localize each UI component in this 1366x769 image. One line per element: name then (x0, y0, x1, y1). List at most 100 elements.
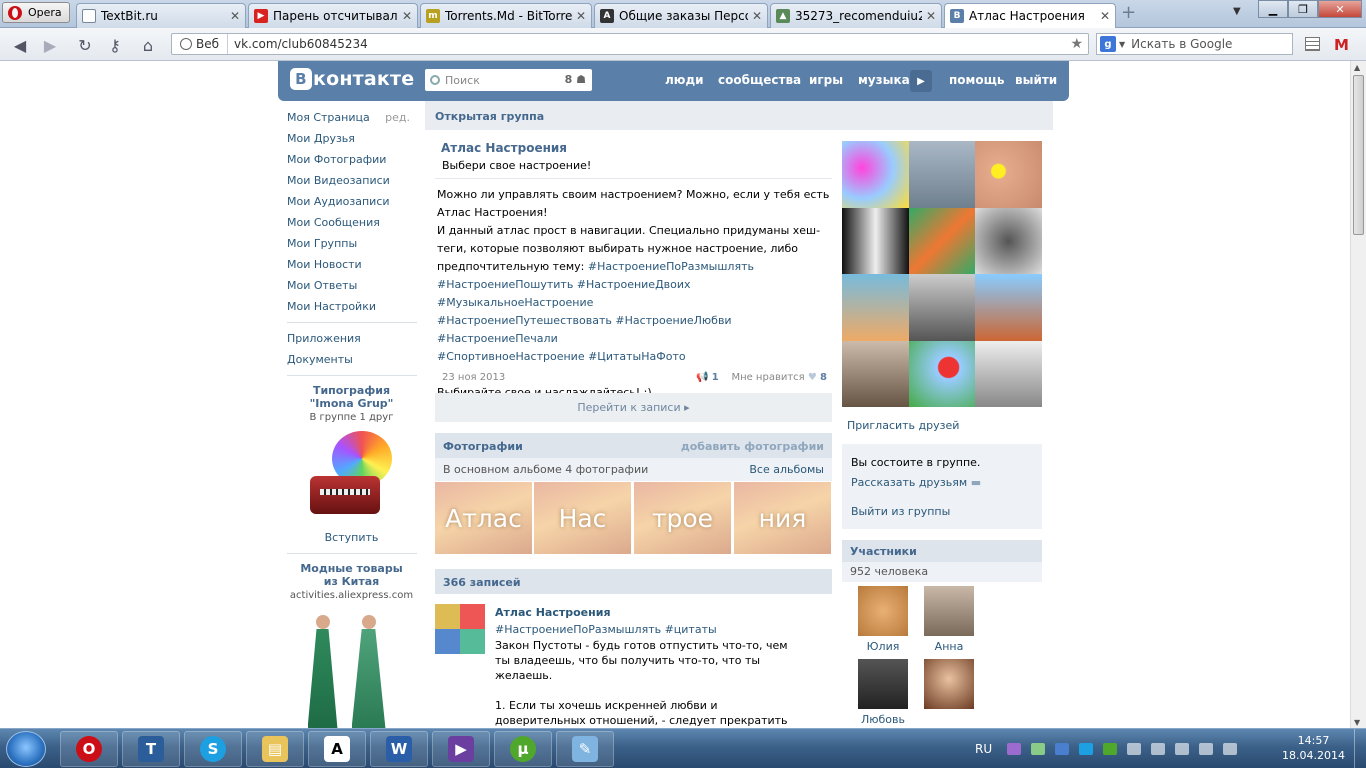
usb-icon[interactable] (1151, 743, 1166, 755)
hashtag-link[interactable]: #НастроениеПечали (437, 332, 558, 345)
tab-youtube[interactable]: ▶ Парень отсчитывал д... ✕ (248, 3, 418, 28)
sidebar-item-news[interactable]: Мои Новости (278, 254, 425, 275)
like-label[interactable]: Мне нравится (731, 372, 804, 383)
gmail-icon[interactable]: M (1334, 36, 1349, 54)
join-button[interactable]: Вступить (278, 531, 425, 544)
sidebar-item-photos[interactable]: Мои Фотографии (278, 149, 425, 170)
search-engine-field[interactable]: g ▼ Искать в Google (1096, 33, 1293, 55)
participant-item[interactable]: Юлия (850, 586, 916, 653)
volume-icon[interactable] (1223, 743, 1238, 755)
tab-torrents[interactable]: m Torrents.Md - BitTorre... ✕ (420, 3, 592, 28)
hashtag-link[interactable]: #ЦитатыНаФото (588, 350, 686, 363)
repost-icon[interactable]: 📢 (696, 372, 708, 383)
add-photos-link[interactable]: добавить фотографии (681, 440, 824, 453)
nav-people[interactable]: люди (665, 73, 704, 87)
opera-menu-button[interactable]: Opera (2, 2, 70, 23)
page-scrollbar[interactable]: ▲ ▼ (1350, 61, 1366, 729)
skype-tray-icon[interactable] (1079, 743, 1094, 755)
nav-communities[interactable]: сообщества (718, 73, 801, 87)
hashtag-link[interactable]: #МузыкальноеНастроение (437, 296, 593, 309)
photos-title[interactable]: Фотографии (443, 440, 523, 453)
ad-dresses-image[interactable] (302, 609, 402, 729)
vk-logo[interactable]: Вконтакте (290, 68, 414, 90)
url-text[interactable]: vk.com/club60845234 (228, 37, 368, 51)
vk-search-input[interactable]: Поиск 8 ☗ (425, 69, 592, 91)
window-close-icon[interactable]: ✕ (1318, 0, 1362, 18)
tab-vk-active[interactable]: B Атлас Настроения ✕ (944, 3, 1116, 28)
display-icon[interactable] (1127, 743, 1142, 755)
all-albums-link[interactable]: Все альбомы (749, 463, 824, 476)
language-indicator[interactable]: RU (975, 742, 992, 756)
close-tab-icon[interactable]: ✕ (1100, 9, 1110, 23)
close-tab-icon[interactable]: ✕ (402, 9, 412, 23)
photo-thumbnail[interactable]: ния (734, 482, 831, 554)
nav-help[interactable]: помощь (949, 73, 1004, 87)
taskbar-paint[interactable]: ✎ (556, 731, 614, 767)
tray-app-icon[interactable] (1031, 743, 1046, 755)
play-icon[interactable]: ▶ (910, 70, 932, 92)
taskbar-word[interactable]: W (370, 731, 428, 767)
sidebar-item-videos[interactable]: Мои Видеозаписи (278, 170, 425, 191)
taskbar-advego[interactable]: A (308, 731, 366, 767)
hashtag-link[interactable]: #НастроениеПутешествовать (437, 314, 612, 327)
nav-games[interactable]: игры (809, 73, 843, 87)
home-icon[interactable]: ⌂ (138, 35, 158, 55)
post-author-name[interactable]: Атлас Настроения (495, 606, 611, 619)
panel-toggle-icon[interactable] (1305, 37, 1320, 51)
close-tab-icon[interactable]: ✕ (230, 9, 240, 23)
forward-icon[interactable]: ▶ (40, 35, 60, 55)
network-signal-icon[interactable] (1199, 743, 1214, 755)
minimize-icon[interactable]: ▁ (1258, 0, 1288, 18)
ad-typewriter-image[interactable] (302, 431, 402, 523)
tray-app-icon[interactable] (1055, 743, 1070, 755)
post-author-avatar[interactable] (435, 604, 485, 654)
ad-title[interactable]: Типография "Imona Grup" (278, 384, 425, 410)
tab-image[interactable]: ▲ 35273_recomenduiu2 - ... ✕ (770, 3, 942, 28)
nav-music[interactable]: музыка (858, 73, 910, 87)
ad-block-aliexpress[interactable]: Модные товары из Китая activities.aliexp… (278, 562, 425, 729)
tab-advego[interactable]: A Общие заказы Персо... ✕ (594, 3, 768, 28)
like-count[interactable]: 8 (820, 372, 827, 383)
post-hashtags[interactable]: #НастроениеПоРазмышлять #цитаты (495, 623, 717, 636)
new-tab-icon[interactable]: + (1121, 4, 1139, 22)
participant-name[interactable]: Любовь (850, 713, 916, 726)
participant-item[interactable] (916, 659, 982, 726)
taskbar-utorrent[interactable]: µ (494, 731, 552, 767)
tab-textbit[interactable]: TextBit.ru ✕ (76, 3, 246, 28)
sidebar-item-groups[interactable]: Мои Группы (278, 233, 425, 254)
invite-friends-link[interactable]: Пригласить друзей (847, 419, 1042, 432)
utorrent-tray-icon[interactable] (1103, 743, 1118, 755)
avatar[interactable] (858, 586, 908, 636)
taskbar-opera[interactable]: O (60, 731, 118, 767)
photo-thumbnail[interactable]: трое (634, 482, 731, 554)
photo-thumbnail[interactable]: Атлас (435, 482, 532, 554)
close-tab-icon[interactable]: ✕ (926, 9, 936, 23)
tell-friends-link[interactable]: Рассказать друзьям ▬ (851, 476, 1033, 489)
avatar[interactable] (924, 659, 974, 709)
participant-name[interactable]: Анна (916, 640, 982, 653)
taskbar-textru[interactable]: T (122, 731, 180, 767)
avatar[interactable] (924, 586, 974, 636)
scroll-up-icon[interactable]: ▲ (1354, 63, 1360, 72)
windows-start-icon[interactable] (6, 731, 46, 767)
back-icon[interactable]: ◀ (10, 35, 30, 55)
bookmark-star-icon[interactable]: ★ (1070, 36, 1083, 52)
hashtag-link[interactable]: #НастроениеПошутить (437, 278, 573, 291)
ad-block-typography[interactable]: Типография "Imona Grup" В группе 1 друг … (278, 384, 425, 544)
participant-item[interactable]: Анна (916, 586, 982, 653)
sidebar-item-audio[interactable]: Мои Аудиозаписи (278, 191, 425, 212)
sidebar-item-messages[interactable]: Мои Сообщения (278, 212, 425, 233)
chevron-down-icon[interactable]: ▼ (1119, 40, 1125, 49)
web-security-badge[interactable]: Веб (172, 34, 229, 54)
goto-post-button[interactable]: Перейти к записи ▸ (435, 393, 832, 422)
edit-link[interactable]: ред. (385, 107, 410, 128)
leave-group-link[interactable]: Выйти из группы (851, 505, 1033, 518)
hashtag-link[interactable]: #НастроениеЛюбви (615, 314, 731, 327)
post-date[interactable]: 23 ноя 2013 (442, 372, 505, 383)
hashtag-link[interactable]: #НастроениеДвоих (577, 278, 691, 291)
ad-title[interactable]: Модные товары из Китая (278, 562, 425, 588)
taskbar-skype[interactable]: S (184, 731, 242, 767)
repost-count[interactable]: 1 (712, 372, 719, 383)
hashtag-link[interactable]: #СпортивноеНастроение (437, 350, 585, 363)
close-tab-icon[interactable]: ✕ (752, 9, 762, 23)
